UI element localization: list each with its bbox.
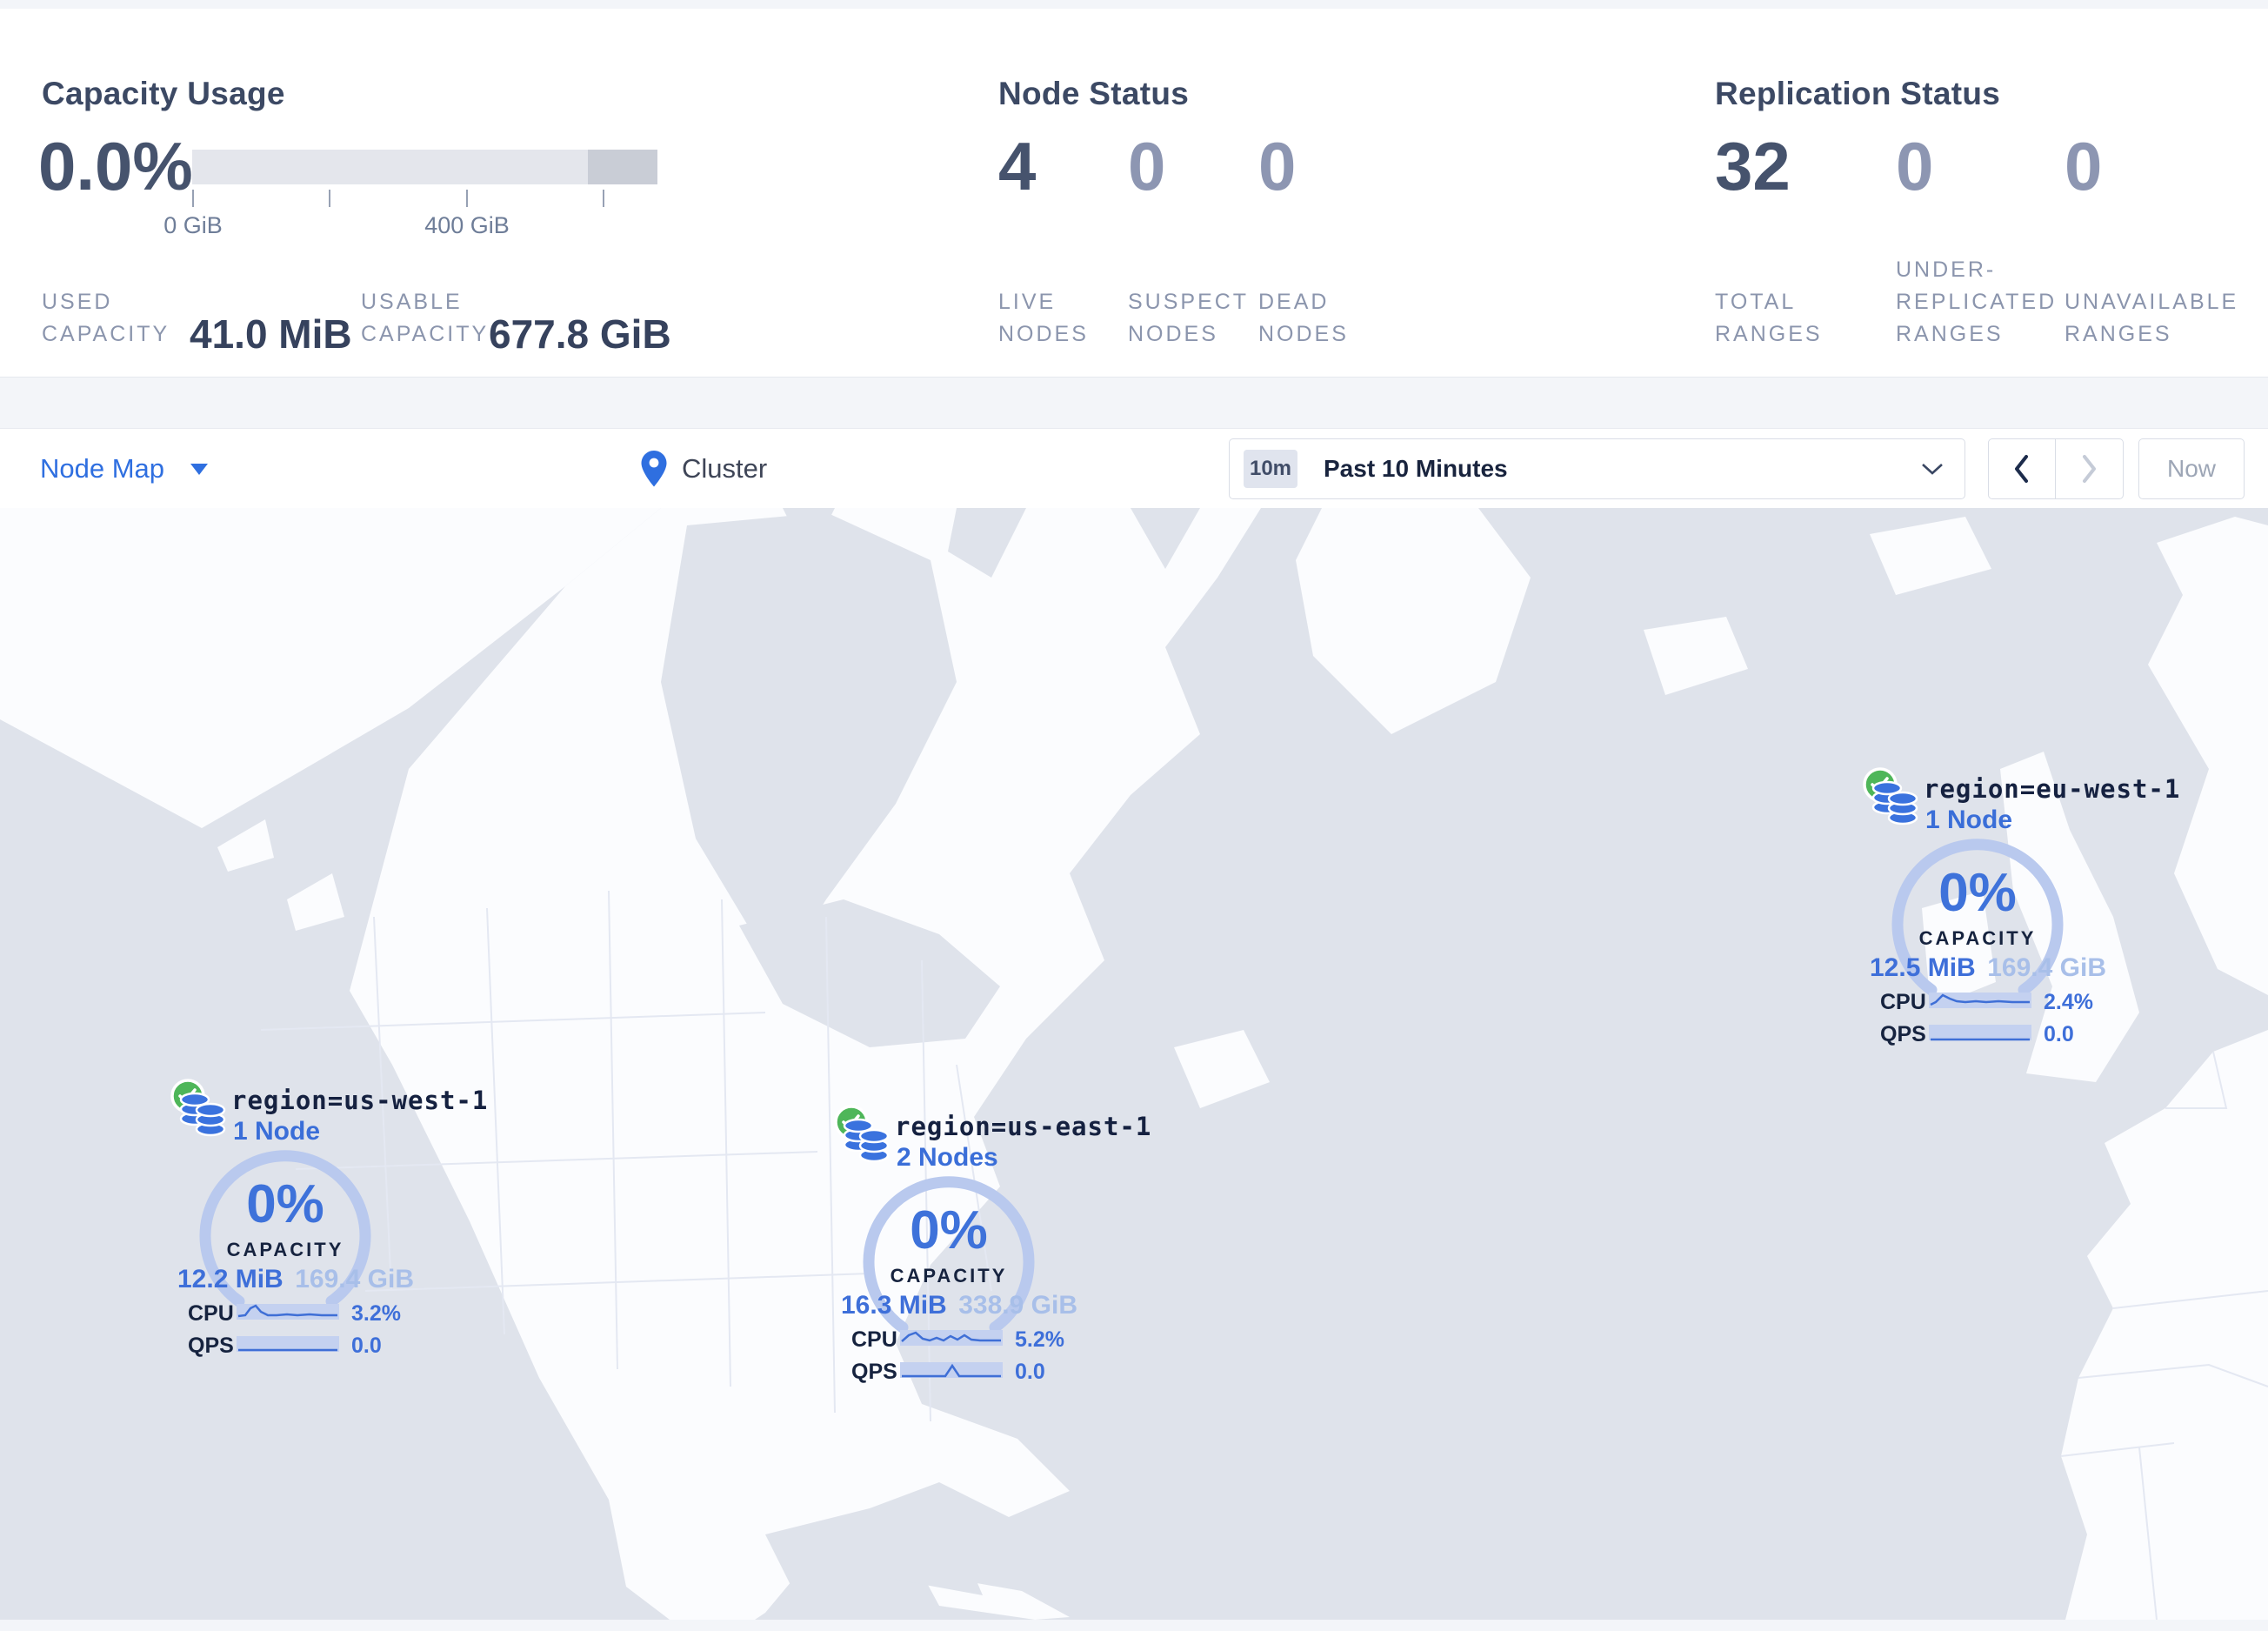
- breadcrumb[interactable]: Cluster: [640, 429, 767, 509]
- live-nodes-label: LIVE NODES: [998, 290, 1089, 346]
- database-stack-icon: [843, 1118, 890, 1163]
- region-capacity-values: 12.5 MiB 169.4 GiB: [1870, 953, 2106, 983]
- cpu-value: 5.2%: [1015, 1327, 1064, 1352]
- node-map[interactable]: [0, 508, 2268, 1620]
- caret-down-icon: [190, 463, 209, 475]
- map-toolbar: Node Map Cluster 10m Past 10 Minutes Now: [0, 428, 2268, 510]
- region-used-capacity: 12.2 MiB: [177, 1265, 284, 1293]
- chevron-right-icon: [2083, 455, 2096, 483]
- dead-nodes-label: DEAD NODES: [1258, 290, 1349, 346]
- capacity-usage-title: Capacity Usage: [42, 75, 285, 111]
- region-name: region=us-east-1: [895, 1112, 1152, 1141]
- cpu-label: CPU: [188, 1301, 234, 1326]
- breadcrumb-label: Cluster: [682, 453, 768, 484]
- usable-capacity-label: USABLE CAPACITY: [361, 290, 490, 346]
- cpu-value: 3.2%: [351, 1301, 401, 1326]
- time-range-dropdown[interactable]: 10m Past 10 Minutes: [1229, 438, 1965, 499]
- region-name: region=eu-west-1: [1924, 774, 2181, 804]
- unavailable-ranges-value: 0: [2065, 128, 2103, 204]
- capacity-bar: [192, 150, 657, 184]
- under-replicated-ranges-value: 0: [1896, 128, 1934, 204]
- axis-tick-label: 0 GiB: [163, 212, 223, 238]
- qps-value: 0.0: [2044, 1022, 2074, 1046]
- usable-capacity-value: 677.8 GiB: [489, 311, 671, 357]
- region-capacity-values: 16.3 MiB 338.9 GiB: [841, 1291, 1077, 1320]
- suspect-nodes-value: 0: [1128, 128, 1166, 204]
- view-selector-dropdown[interactable]: Node Map: [40, 429, 209, 509]
- region-capacity-percent: 0%: [910, 1200, 988, 1260]
- chevron-left-icon: [2015, 455, 2028, 483]
- cpu-label: CPU: [1880, 990, 1926, 1014]
- axis-tick: [329, 190, 330, 207]
- qps-label: QPS: [1880, 1022, 1926, 1046]
- region-capacity-values: 12.2 MiB 169.4 GiB: [177, 1265, 414, 1294]
- region-capacity-label: CAPACITY: [890, 1265, 1008, 1287]
- region-total-capacity: 338.9 GiB: [958, 1291, 1077, 1320]
- cluster-summary-panel: Capacity Usage 0.0% 0 GiB 400 GiB USED C…: [0, 9, 2268, 378]
- cpu-sparkline: [900, 1330, 1003, 1346]
- node-status-title: Node Status: [998, 75, 1190, 111]
- capacity-percent: 0.0%: [38, 128, 193, 204]
- live-nodes-value: 4: [998, 128, 1037, 204]
- qps-value: 0.0: [1015, 1360, 1045, 1384]
- region-total-capacity: 169.4 GiB: [1987, 953, 2106, 982]
- region-capacity-percent: 0%: [246, 1174, 324, 1234]
- cpu-sparkline: [237, 1304, 339, 1320]
- axis-tick-label: 400 GiB: [424, 212, 510, 238]
- qps-sparkline: [900, 1362, 1003, 1378]
- qps-label: QPS: [851, 1360, 897, 1384]
- qps-label: QPS: [188, 1334, 234, 1358]
- capacity-bar-segment: [588, 150, 657, 184]
- time-range-badge: 10m: [1244, 450, 1297, 488]
- view-selector-label: Node Map: [40, 453, 165, 484]
- qps-sparkline: [237, 1336, 339, 1352]
- axis-tick: [466, 190, 468, 207]
- used-capacity-label: USED CAPACITY: [42, 290, 170, 346]
- cpu-value: 2.4%: [2044, 990, 2093, 1014]
- chevron-down-icon: [1922, 463, 1943, 475]
- region-marker-us-west-1[interactable]: region=us-west-1 1 Node 0% CAPACITY 12.2…: [165, 1077, 487, 1373]
- cpu-label: CPU: [851, 1327, 897, 1352]
- region-capacity-label: CAPACITY: [226, 1239, 344, 1260]
- total-ranges-label: TOTAL RANGES: [1715, 290, 1823, 346]
- time-prev-button[interactable]: [1989, 439, 2056, 498]
- region-used-capacity: 12.5 MiB: [1870, 953, 1976, 982]
- dead-nodes-value: 0: [1258, 128, 1297, 204]
- qps-value: 0.0: [351, 1334, 382, 1358]
- qps-sparkline: [1929, 1025, 2031, 1041]
- region-marker-us-east-1[interactable]: region=us-east-1 2 Nodes 0% CAPACITY 16.…: [829, 1103, 1151, 1399]
- axis-tick: [192, 190, 194, 207]
- total-ranges-value: 32: [1715, 128, 1791, 204]
- map-pin-icon: [641, 451, 667, 487]
- region-total-capacity: 169.4 GiB: [295, 1265, 414, 1293]
- region-capacity-percent: 0%: [1938, 863, 2017, 923]
- database-stack-icon: [179, 1092, 226, 1137]
- region-marker-eu-west-1[interactable]: region=eu-west-1 1 Node 0% CAPACITY 12.5…: [1858, 765, 2179, 1061]
- replication-status-title: Replication Status: [1715, 75, 2001, 111]
- database-stack-icon: [1871, 780, 1918, 826]
- cpu-sparkline: [1929, 993, 2031, 1008]
- region-capacity-label: CAPACITY: [1918, 927, 2037, 949]
- now-button-label: Now: [2166, 455, 2216, 482]
- axis-tick: [603, 190, 604, 207]
- suspect-nodes-label: SUSPECT NODES: [1128, 290, 1249, 346]
- unavailable-ranges-label: UNAVAILABLE RANGES: [2065, 290, 2239, 346]
- region-used-capacity: 16.3 MiB: [841, 1291, 947, 1320]
- used-capacity-value: 41.0 MiB: [190, 311, 352, 357]
- time-next-button[interactable]: [2056, 439, 2122, 498]
- now-button[interactable]: Now: [2138, 438, 2245, 499]
- region-name: region=us-west-1: [231, 1086, 489, 1115]
- under-replicated-ranges-label: UNDER-REPLICATED RANGES: [1896, 257, 2058, 346]
- world-map: [0, 508, 2268, 1620]
- time-nav-group: [1988, 438, 2124, 499]
- time-range-label: Past 10 Minutes: [1324, 455, 1508, 482]
